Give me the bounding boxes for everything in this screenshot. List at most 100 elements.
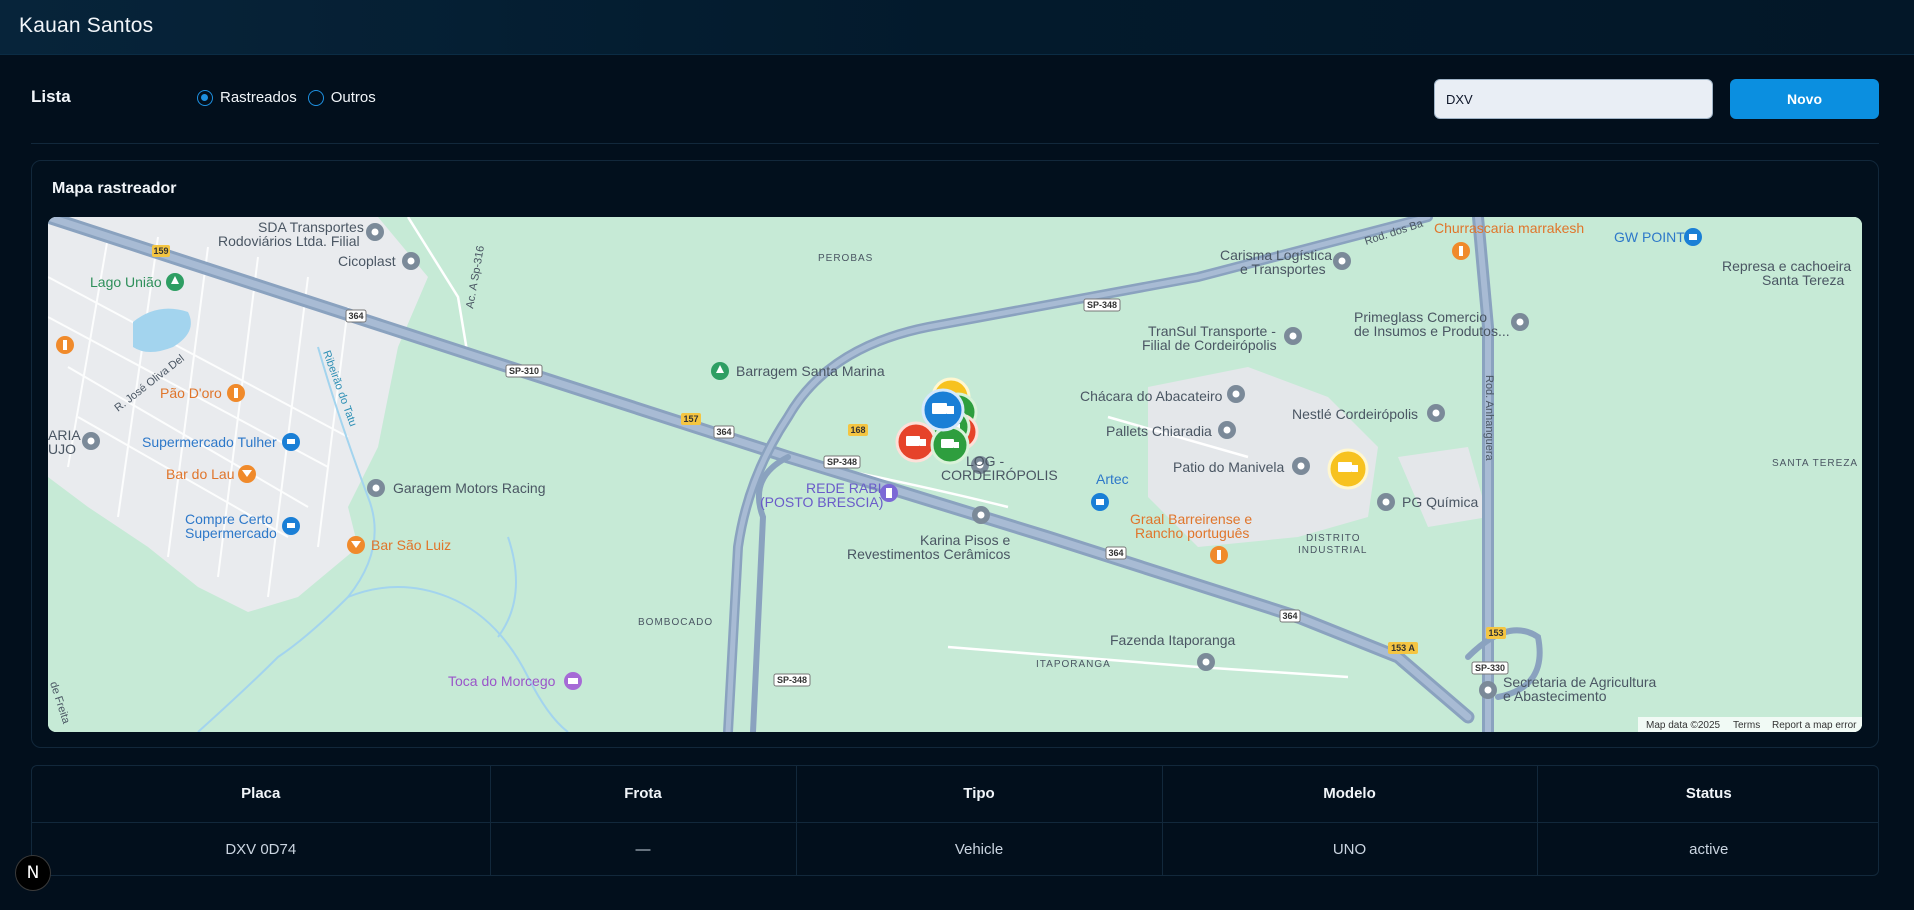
- svg-text:Pallets Chiaradia: Pallets Chiaradia: [1106, 423, 1212, 439]
- svg-text:SP-348: SP-348: [777, 675, 807, 685]
- svg-text:GW POINT: GW POINT: [1614, 229, 1685, 245]
- truck-marker-blue: [921, 388, 965, 432]
- svg-text:Chácara do Abacateiro: Chácara do Abacateiro: [1080, 388, 1223, 404]
- svg-text:e Transportes: e Transportes: [1240, 261, 1326, 277]
- column-header-modelo[interactable]: Modelo: [1162, 766, 1538, 823]
- svg-text:364: 364: [1108, 548, 1123, 558]
- column-header-status[interactable]: Status: [1537, 766, 1878, 823]
- pin-icon: [972, 506, 990, 524]
- pin-icon: [402, 252, 420, 270]
- pin-icon: [1284, 327, 1302, 345]
- svg-text:Santa Tereza: Santa Tereza: [1762, 272, 1844, 288]
- svg-text:153 A: 153 A: [1391, 643, 1415, 653]
- svg-text:364: 364: [716, 427, 731, 437]
- shopping-icon: [1684, 228, 1702, 246]
- cell-status: active: [1689, 840, 1729, 858]
- svg-text:Revestimentos Cerâmicos: Revestimentos Cerâmicos: [847, 546, 1010, 562]
- svg-text:(POSTO BRESCIA): (POSTO BRESCIA): [760, 494, 883, 510]
- svg-text:SP-348: SP-348: [1087, 300, 1117, 310]
- svg-text:168: 168: [850, 425, 865, 435]
- column-header-tipo[interactable]: Tipo: [796, 766, 1163, 823]
- svg-text:Barragem Santa Marina: Barragem Santa Marina: [736, 363, 885, 379]
- svg-text:364: 364: [348, 311, 363, 321]
- svg-text:BOMBOCADO: BOMBOCADO: [638, 617, 713, 628]
- column-header-placa[interactable]: Placa: [32, 766, 491, 823]
- pin-icon: [82, 432, 100, 450]
- svg-text:SANTA TEREZA: SANTA TEREZA: [1772, 458, 1858, 469]
- svg-text:159: 159: [153, 246, 168, 256]
- nextjs-dev-badge[interactable]: N: [15, 855, 51, 891]
- svg-text:UJO: UJO: [48, 441, 76, 457]
- radio-outros[interactable]: Outros: [307, 89, 376, 106]
- truck-marker-red: [895, 421, 937, 463]
- svg-text:Artec: Artec: [1096, 471, 1129, 487]
- truck-marker-green: [930, 425, 970, 465]
- restaurant-icon: [227, 384, 245, 402]
- list-title: Lista: [31, 87, 71, 106]
- svg-text:SP-348: SP-348: [827, 457, 857, 467]
- cell-modelo: UNO: [1162, 822, 1538, 875]
- svg-text:364: 364: [1282, 611, 1297, 621]
- new-button[interactable]: Novo: [1730, 79, 1879, 119]
- pin-icon: [1427, 404, 1445, 422]
- user-name: Kauan Santos: [19, 14, 154, 37]
- filter-radio-group: Rastreados Outros: [197, 89, 387, 106]
- svg-text:Filial de Cordeirópolis: Filial de Cordeirópolis: [1142, 337, 1277, 353]
- svg-text:e Abastecimento: e Abastecimento: [1503, 688, 1607, 704]
- divider: [31, 143, 1879, 144]
- cart-icon: [282, 517, 300, 535]
- table-row[interactable]: DXV 0D74 — Vehicle UNO active: [32, 822, 1878, 875]
- svg-text:PG Química: PG Química: [1402, 494, 1478, 510]
- pin-icon: [1218, 421, 1236, 439]
- tree-icon: [711, 362, 729, 380]
- svg-text:Cicoplast: Cicoplast: [338, 253, 396, 269]
- svg-text:Pão D'oro: Pão D'oro: [160, 385, 222, 401]
- svg-text:Garagem Motors Racing: Garagem Motors Racing: [393, 480, 546, 496]
- bar-icon: [238, 465, 256, 483]
- svg-text:Fazenda Itaporanga: Fazenda Itaporanga: [1110, 632, 1236, 648]
- radio-label: Rastreados: [220, 89, 297, 106]
- pin-icon: [1292, 457, 1310, 475]
- pin-icon: [1511, 313, 1529, 331]
- shopping-icon: [1091, 493, 1109, 511]
- cell-tipo: Vehicle: [796, 822, 1163, 875]
- camera-icon: [564, 672, 582, 690]
- pin-icon: [1479, 681, 1497, 699]
- svg-text:157: 157: [683, 414, 698, 424]
- cell-placa: DXV 0D74: [32, 822, 491, 875]
- svg-text:Supermercado Tulher: Supermercado Tulher: [142, 434, 277, 450]
- svg-text:153: 153: [1488, 628, 1503, 638]
- radio-checked-icon: [197, 89, 213, 106]
- svg-text:Toca do Morcego: Toca do Morcego: [448, 673, 556, 689]
- pin-icon: [1227, 385, 1245, 403]
- svg-text:SP-310: SP-310: [509, 366, 539, 376]
- svg-text:Lago União: Lago União: [90, 274, 162, 290]
- radio-label: Outros: [330, 89, 376, 106]
- table-header-row: Placa Frota Tipo Modelo Status: [32, 766, 1878, 823]
- tracker-map[interactable]: 159 364 SP-310 157 364 168 SP-348 SP-348…: [48, 217, 1862, 732]
- svg-text:Patio do Manivela: Patio do Manivela: [1173, 459, 1285, 475]
- svg-text:Rodoviários Ltda. Filial: Rodoviários Ltda. Filial: [218, 233, 360, 249]
- report-link[interactable]: Report a map error: [1772, 720, 1857, 731]
- vehicle-table: Placa Frota Tipo Modelo Status DXV 0D74 …: [31, 765, 1879, 876]
- search-input[interactable]: [1434, 79, 1713, 119]
- pin-icon: [1333, 252, 1351, 270]
- svg-text:CORDEIRÓPOLIS: CORDEIRÓPOLIS: [941, 467, 1058, 483]
- bar-icon: [347, 536, 365, 554]
- svg-text:Churrascaria marrakesh: Churrascaria marrakesh: [1434, 220, 1584, 236]
- svg-text:Map data ©2025: Map data ©2025: [1646, 720, 1721, 731]
- svg-text:PEROBAS: PEROBAS: [818, 253, 873, 264]
- terms-link[interactable]: Terms: [1733, 720, 1760, 731]
- svg-text:de Insumos e Produtos...: de Insumos e Produtos...: [1354, 323, 1510, 339]
- svg-text:Rancho português: Rancho português: [1135, 525, 1249, 541]
- svg-text:SP-330: SP-330: [1475, 663, 1505, 673]
- pin-icon: [1377, 493, 1395, 511]
- svg-text:Bar do Lau: Bar do Lau: [166, 466, 235, 482]
- map-title: Mapa rastreador: [52, 180, 177, 197]
- cell-frota: —: [490, 822, 797, 875]
- svg-text:DISTRITO: DISTRITO: [1306, 533, 1360, 544]
- column-header-frota[interactable]: Frota: [490, 766, 797, 823]
- radio-rastreados[interactable]: Rastreados: [197, 89, 297, 106]
- pin-icon: [366, 223, 384, 241]
- top-bar: Kauan Santos: [0, 0, 1914, 55]
